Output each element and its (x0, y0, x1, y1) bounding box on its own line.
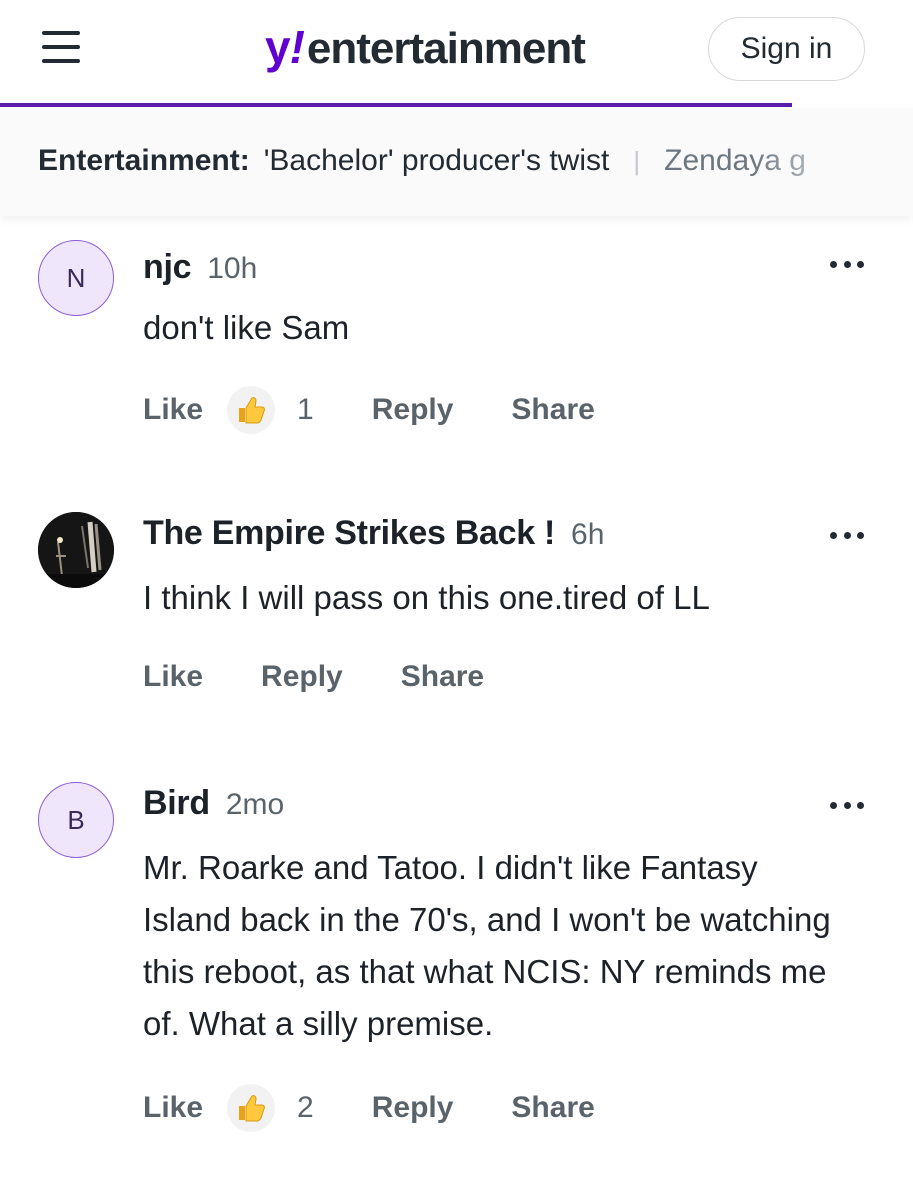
share-button[interactable]: Share (511, 1091, 594, 1125)
more-options-icon[interactable] (830, 257, 864, 271)
comment-time: 2mo (225, 788, 285, 821)
share-button[interactable]: Share (401, 660, 484, 694)
reply-button[interactable]: Reply (372, 1091, 454, 1125)
comment: N njc 10h don't like Sam Like 1 Reply Sh… (0, 228, 913, 468)
avatar[interactable]: B (38, 782, 114, 858)
like-button[interactable]: Like (143, 1091, 203, 1125)
comment-text: Mr. Roarke and Tatoo. I didn't like Fant… (143, 849, 831, 1042)
thumbs-up-icon (227, 1084, 276, 1132)
like-button[interactable]: Like (143, 660, 203, 694)
trending-bar: Entertainment: 'Bachelor' producer's twi… (0, 108, 913, 216)
yahoo-entertainment-logo[interactable]: y ! entertainment (265, 20, 586, 80)
hamburger-menu-icon[interactable] (42, 31, 80, 65)
more-options-icon[interactable] (830, 798, 864, 812)
avatar[interactable]: N (38, 240, 114, 316)
comment-text: don't like Sam (143, 309, 350, 346)
site-header: y ! entertainment Sign in (0, 0, 913, 107)
reply-button[interactable]: Reply (261, 660, 343, 694)
comment: The Empire Strikes Back ! 6h I think I w… (0, 500, 913, 720)
comment: B Bird 2mo Mr. Roarke and Tatoo. I didn'… (0, 770, 913, 1170)
comment-time: 10h (207, 252, 258, 285)
like-count: 1 (297, 393, 314, 426)
share-button[interactable]: Share (511, 393, 594, 427)
comment-time: 6h (571, 518, 605, 551)
logo-y: y (265, 21, 291, 73)
like-count: 2 (297, 1091, 314, 1124)
trending-link[interactable]: 'Bachelor' producer's twist (264, 144, 610, 178)
trending-label: Entertainment: (38, 144, 250, 177)
trending-separator: | (633, 145, 641, 176)
header-divider (0, 103, 792, 107)
thumbs-up-icon (227, 386, 276, 434)
comment-author[interactable]: Bird (143, 784, 210, 823)
comment-author[interactable]: njc (143, 248, 192, 287)
logo-word: entertainment (306, 24, 586, 73)
fireworks-photo-avatar[interactable] (38, 512, 114, 588)
more-options-icon[interactable] (830, 528, 864, 542)
sign-in-button[interactable]: Sign in (708, 17, 865, 81)
reply-button[interactable]: Reply (372, 393, 454, 427)
comment-text: I think I will pass on this one.tired of… (143, 579, 710, 616)
trending-fade (753, 108, 913, 216)
like-button[interactable]: Like (143, 393, 203, 427)
comment-author[interactable]: The Empire Strikes Back ! (143, 514, 555, 553)
logo-bang: ! (289, 21, 305, 73)
